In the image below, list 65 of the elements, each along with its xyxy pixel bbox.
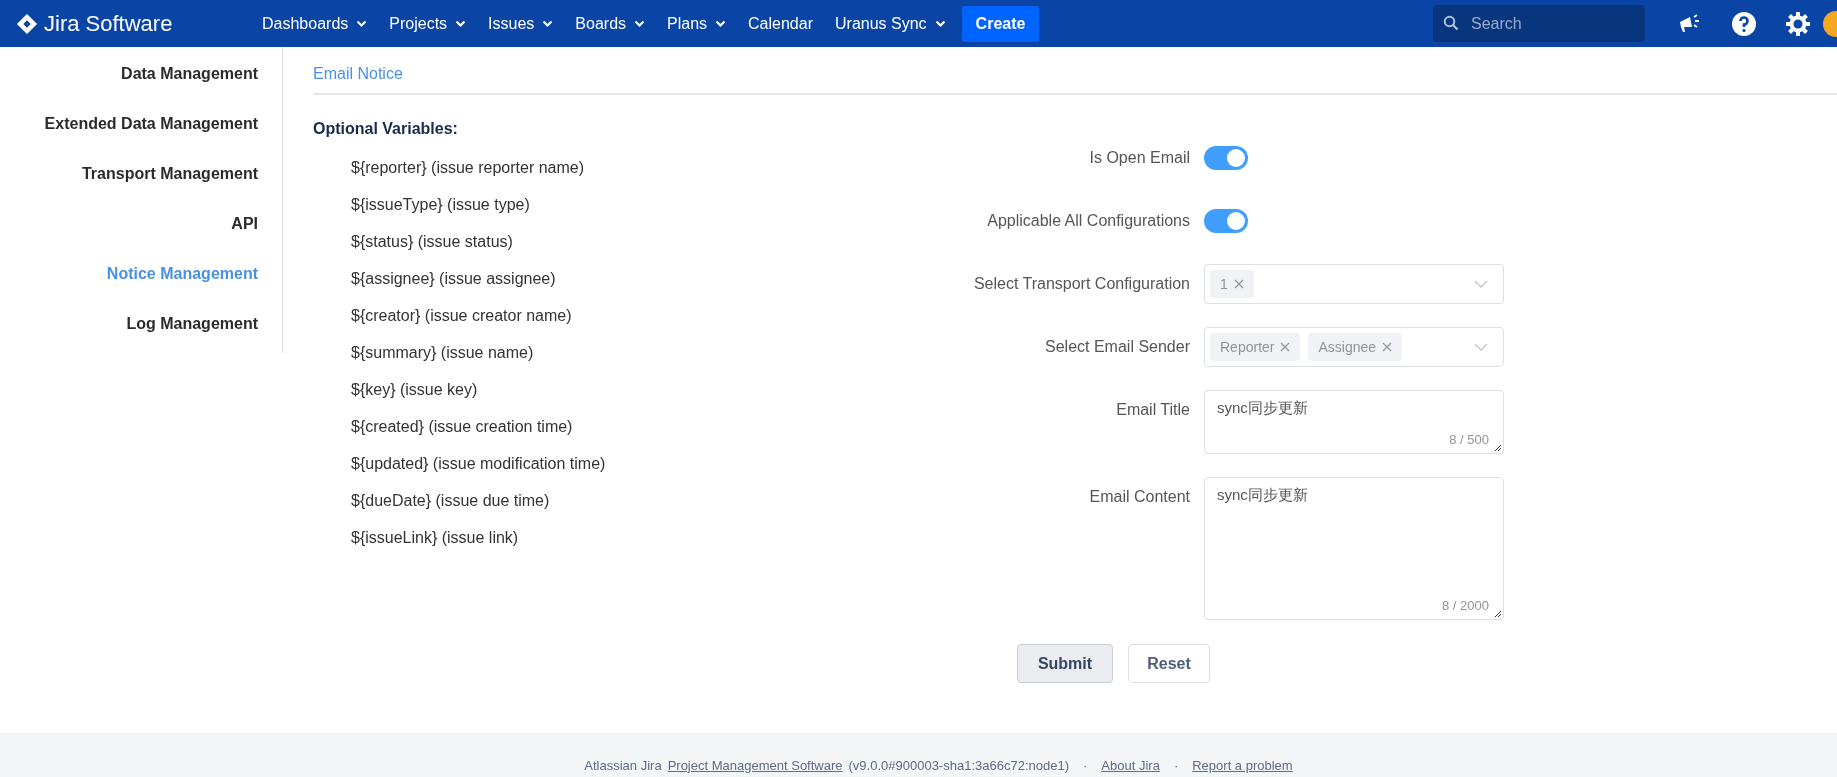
chevron-down-icon (1474, 280, 1488, 288)
field-label: Select Email Sender (1044, 337, 1190, 357)
footer-link[interactable]: Report a problem (1192, 755, 1293, 775)
nav-menu-item[interactable]: Plans (667, 11, 727, 36)
sidebar-item[interactable]: Log Management (126, 309, 258, 339)
variable-description: ${assignee} (issue assignee) (351, 269, 557, 289)
variable-description: ${reporter} (issue reporter name) (351, 158, 585, 178)
variable-description: ${status} (issue status) (351, 232, 514, 252)
variable-description: ${issueType} (issue type) (351, 195, 531, 215)
nav-menu-item[interactable]: Projects (389, 11, 467, 36)
search-icon (1443, 15, 1459, 31)
variable-description: ${updated} (issue modification time) (351, 454, 607, 474)
field-label: Email Content (1088, 487, 1190, 507)
variable-description: ${dueDate} (issue due time) (351, 491, 551, 511)
variable-description: ${created} (issue creation time) (351, 417, 574, 437)
field-value: sync同步更新 (1217, 398, 1308, 418)
variable-description: ${key} (issue key) (351, 380, 479, 400)
chevron-down-icon (1474, 343, 1488, 351)
toggle-switch[interactable] (1204, 209, 1248, 233)
avatar-icon[interactable] (1823, 10, 1837, 37)
create-button[interactable]: Create (961, 5, 1040, 42)
field-label: Email Title (1115, 400, 1190, 420)
variable-description: ${summary} (issue name) (351, 343, 535, 363)
sidebar-item[interactable]: API (231, 209, 258, 239)
selected-tag: Reporter (1210, 333, 1301, 361)
text-area-field[interactable]: sync同步更新 8 / 2000 (1204, 477, 1504, 620)
nav-menu-item[interactable]: Uranus Sync (835, 11, 946, 36)
footer-text: (v9.0.0#900003-sha1:3a66c72:node1) (848, 756, 1069, 775)
remove-icon[interactable] (1233, 279, 1244, 289)
resize-handle-icon[interactable] (1494, 444, 1502, 452)
footer-text: · (1083, 756, 1088, 775)
form-button[interactable]: Submit (1017, 644, 1113, 683)
remove-icon[interactable] (1280, 342, 1291, 352)
field-label: Is Open Email (1088, 148, 1190, 168)
product-logo-text[interactable]: Jira Software (44, 7, 173, 40)
help-icon[interactable] (1731, 10, 1757, 37)
nav-menu-item[interactable]: Calendar (748, 11, 813, 36)
section-heading: Optional Variables: (313, 119, 459, 139)
character-counter: 8 / 500 (1449, 430, 1489, 449)
sidebar-item[interactable]: Extended Data Management (44, 109, 258, 139)
footer-link[interactable]: Project Management Software (667, 755, 843, 775)
variable-description: ${issueLink} (issue link) (351, 528, 520, 548)
selected-tag: Assignee (1308, 333, 1403, 361)
character-counter: 8 / 2000 (1442, 596, 1489, 615)
footer-link[interactable]: About Jira (1101, 755, 1160, 775)
toggle-switch[interactable] (1204, 146, 1248, 170)
field-label: Applicable All Configurations (986, 211, 1190, 231)
sidebar-item[interactable]: Transport Management (81, 159, 258, 189)
nav-menu-item[interactable]: Dashboards (262, 11, 368, 36)
resize-handle-icon[interactable] (1494, 610, 1502, 618)
field-value: sync同步更新 (1217, 485, 1308, 505)
search-field[interactable]: Search (1433, 5, 1645, 42)
field-label: Select Transport Configuration (972, 274, 1190, 294)
form-button[interactable]: Reset (1128, 644, 1210, 683)
footer-text: Atlassian Jira (584, 756, 662, 775)
logo-icon[interactable] (16, 12, 38, 35)
settings-icon[interactable] (1785, 10, 1811, 37)
variable-description: ${creator} (issue creator name) (351, 306, 573, 326)
sidebar-item[interactable]: Data Management (121, 59, 258, 89)
text-area-field[interactable]: sync同步更新 8 / 500 (1204, 390, 1504, 454)
nav-menu-item[interactable]: Issues (488, 11, 554, 36)
remove-icon[interactable] (1382, 342, 1393, 352)
nav-menu-item[interactable]: Boards (575, 11, 646, 36)
selected-tag: 1 (1210, 270, 1254, 298)
footer-text: · (1173, 756, 1179, 775)
